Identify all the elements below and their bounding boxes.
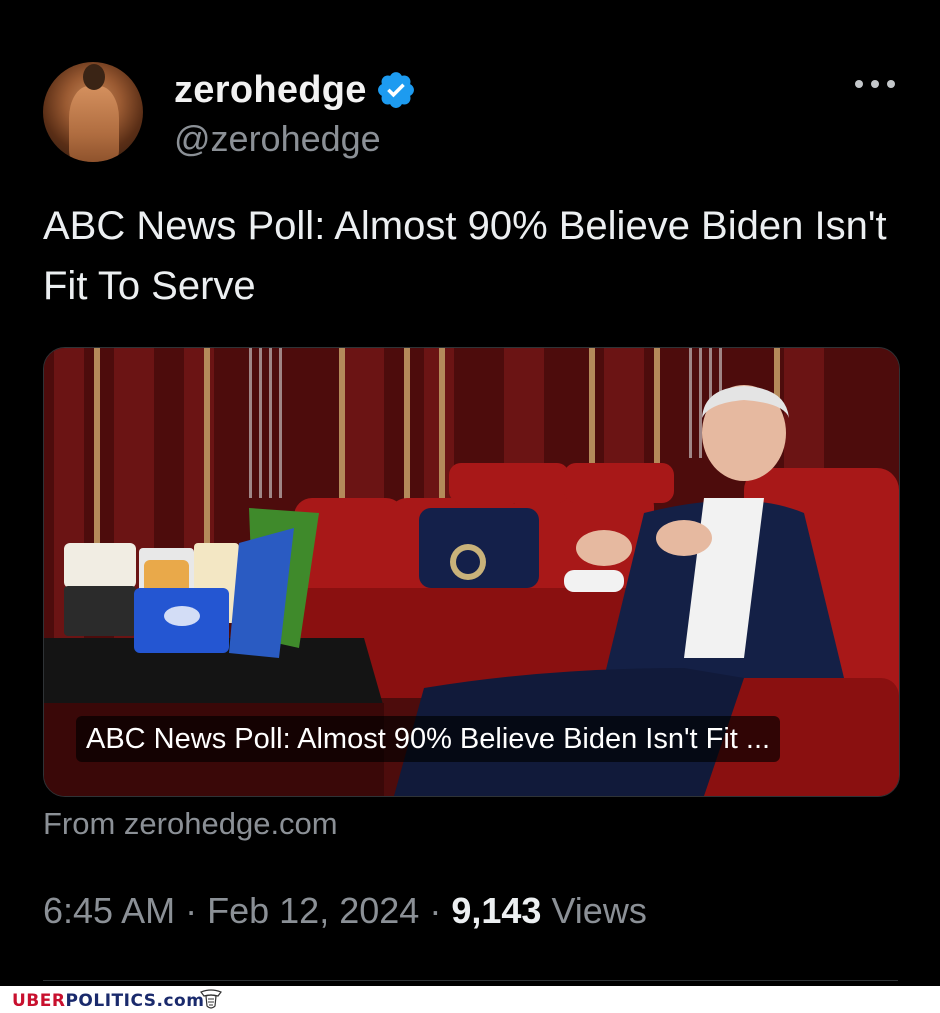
watermark-logo: UBERPOLITICS.com: [12, 991, 204, 1011]
tweet-date[interactable]: Feb 12, 2024: [207, 890, 419, 931]
tweet-header: zerohedge @zerohedge: [43, 62, 903, 162]
divider: [43, 980, 898, 981]
tweet-meta: 6:45 AM · Feb 12, 2024 · 9,143 Views: [43, 890, 647, 932]
verified-badge-icon: [377, 72, 414, 108]
link-card-title[interactable]: ABC News Poll: Almost 90% Believe Biden …: [76, 716, 781, 762]
tweet-time[interactable]: 6:45 AM: [43, 890, 175, 931]
more-horizontal-icon[interactable]: [855, 80, 895, 94]
link-card[interactable]: ABC News Poll: Almost 90% Believe Biden …: [43, 347, 900, 797]
watermark-part2: POLITICS.com: [65, 991, 205, 1011]
views-count: 9,143: [451, 890, 542, 931]
avatar[interactable]: [43, 62, 143, 162]
meta-separator: ·: [429, 890, 442, 931]
link-source[interactable]: From zerohedge.com: [43, 806, 338, 842]
author-name-row[interactable]: zerohedge: [174, 66, 417, 114]
tweet-text: ABC News Poll: Almost 90% Believe Biden …: [43, 204, 887, 308]
author-handle[interactable]: @zerohedge: [174, 118, 381, 160]
watermark-bar: UBERPOLITICS.com: [0, 986, 940, 1013]
eagle-icon: [200, 989, 222, 1009]
author-display-name[interactable]: zerohedge: [174, 69, 367, 112]
views-label: Views: [551, 890, 647, 931]
watermark-part1: UBER: [12, 991, 66, 1011]
meta-separator: ·: [185, 890, 198, 931]
